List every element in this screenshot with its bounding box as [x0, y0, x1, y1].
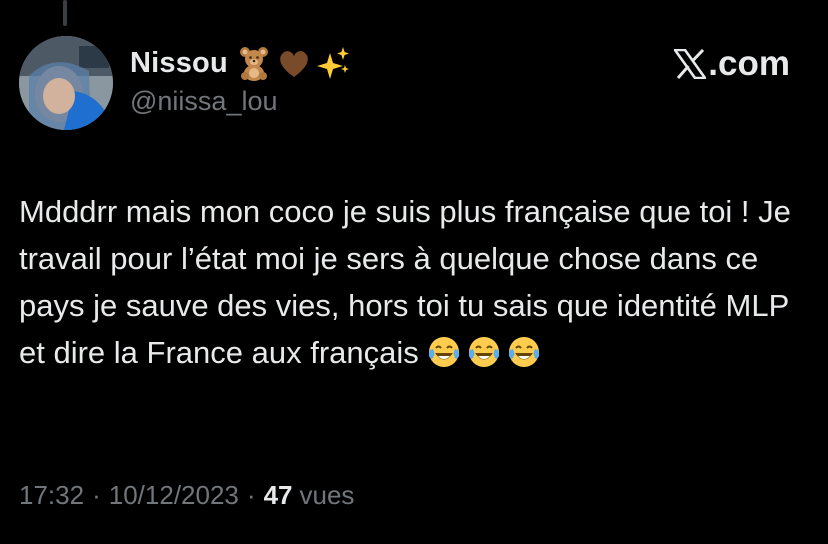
brand-domain: .com — [708, 44, 790, 83]
tweet-meta: 17:32 · 10/12/2023 · 47 vues — [19, 480, 354, 511]
tweet-body: Mdddrr mais mon coco je suis plus frança… — [19, 194, 791, 370]
tweet-text: Mdddrr mais mon coco je suis plus frança… — [19, 188, 809, 376]
avatar[interactable] — [19, 36, 113, 130]
views-label: vues — [299, 480, 355, 510]
tweet-date[interactable]: 10/12/2023 — [109, 480, 239, 511]
x-logo-icon — [674, 49, 707, 79]
tears-of-joy-icon — [428, 336, 459, 367]
brand-watermark: .com — [674, 44, 790, 84]
meta-separator: · — [92, 480, 101, 510]
avatar-image — [19, 36, 113, 130]
sparkles-icon — [316, 47, 349, 79]
tears-of-joy-icon — [508, 336, 539, 367]
tears-of-joy-icon — [468, 336, 499, 367]
laugh-emojis — [427, 335, 541, 369]
author-handle[interactable]: @niissa_lou — [130, 86, 352, 117]
thread-connector-line — [63, 0, 67, 26]
views-count[interactable]: 47 — [264, 480, 293, 511]
brown-heart-icon — [280, 51, 308, 77]
teddy-bear-icon — [239, 47, 268, 81]
meta-separator: · — [246, 480, 256, 510]
tweet-time[interactable]: 17:32 — [19, 480, 84, 511]
author-name[interactable]: Nissou — [130, 47, 228, 80]
